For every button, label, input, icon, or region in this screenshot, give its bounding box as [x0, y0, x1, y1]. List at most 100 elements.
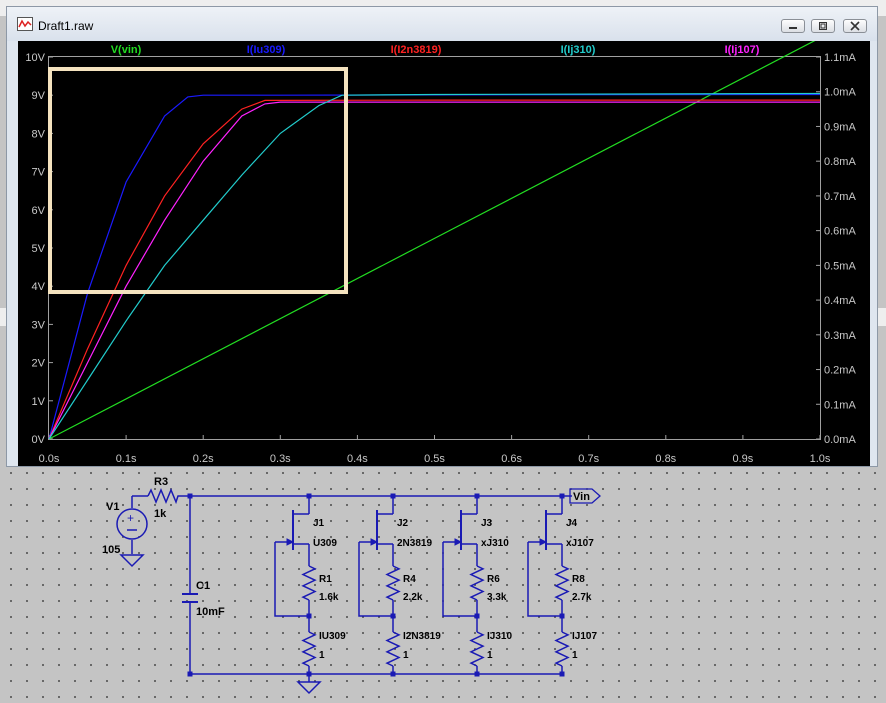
trace-i-iu309[interactable] — [48, 93, 821, 440]
junction-dot — [474, 493, 480, 499]
source-value: 105 — [102, 544, 120, 556]
right-tick-label: 0.3mA — [824, 330, 856, 342]
ground-symbol-source — [119, 554, 145, 568]
branch-j1[interactable] — [274, 496, 317, 674]
resistor-r3[interactable] — [147, 488, 190, 505]
left-tick-label: 1V — [32, 396, 46, 408]
resistor-r4[interactable] — [385, 565, 401, 601]
maximize-button[interactable] — [811, 19, 835, 33]
right-tick-label: 0.6mA — [824, 226, 856, 238]
sense-resistor-value: 1 — [319, 650, 325, 661]
resistor-value: 2.2k — [403, 592, 423, 603]
junction-dot — [187, 671, 193, 677]
branch-j3[interactable] — [442, 496, 485, 674]
junction-dot — [390, 613, 396, 619]
x-tick-label: 0.7s — [578, 453, 599, 465]
branch-j2[interactable] — [358, 496, 401, 674]
trace-v-vin[interactable] — [48, 37, 821, 440]
x-tick-label: 0.0s — [39, 453, 60, 465]
schematic-editor[interactable]: + Vin V1 105 R3 1k C1 10mF J1 U309 R1 1.6k I… — [0, 470, 886, 703]
resistor-i2n3819[interactable] — [385, 631, 401, 667]
x-tick-label: 0.3s — [270, 453, 291, 465]
legend-entry[interactable]: V(vin) — [111, 44, 142, 56]
jfet-branches: J1 U309 R1 1.6k IU309 1 J2 2N3819 R4 2.2k I2N3819 1… — [274, 496, 597, 674]
resistor-r6[interactable] — [469, 565, 485, 601]
right-tick-label: 0.0mA — [824, 434, 856, 446]
wire-gate-return[interactable] — [442, 542, 477, 617]
resistor-name: R1 — [319, 574, 332, 585]
junction-dot — [390, 671, 396, 677]
junction-dot — [474, 613, 480, 619]
wire-gate-return[interactable] — [274, 542, 309, 617]
x-tick-label: 0.6s — [501, 453, 522, 465]
resistor-ij107[interactable] — [554, 631, 570, 667]
resistor-value: 2.7k — [572, 592, 592, 603]
jfet-model: xJ310 — [481, 538, 509, 549]
sense-resistor-value: 1 — [403, 650, 409, 661]
plot-frame — [48, 56, 821, 440]
minimize-icon — [789, 27, 797, 29]
legend-entry[interactable]: I(I2n3819) — [391, 44, 442, 56]
left-tick-label: 0V — [32, 434, 46, 446]
right-tick-label: 0.4mA — [824, 295, 856, 307]
legend-entry[interactable]: I(Iu309) — [247, 44, 286, 56]
legend: V(vin) I(Iu309) I(I2n3819) I(Ij310) I(Ij107) — [111, 44, 760, 56]
trace-i-i2n3819[interactable] — [48, 99, 820, 440]
junction-dot — [390, 493, 396, 499]
left-tick-label: 2V — [32, 358, 46, 370]
junction-dot — [559, 493, 565, 499]
right-tick-label: 0.9mA — [824, 121, 856, 133]
sense-resistor-name: IJ310 — [487, 631, 512, 642]
junction-dot — [187, 493, 193, 499]
left-tick-label: 8V — [32, 128, 46, 140]
window-title: Draft1.raw — [38, 19, 94, 33]
sense-resistor-name: IJ107 — [572, 631, 597, 642]
title-bar[interactable]: Draft1.raw — [7, 7, 877, 41]
plot-pane[interactable]: V(vin) I(Iu309) I(I2n3819) I(Ij310) I(Ij107)… — [18, 37, 870, 466]
legend-entry[interactable]: I(Ij107) — [725, 44, 760, 56]
close-button[interactable] — [843, 19, 867, 33]
sense-resistor-name: I2N3819 — [403, 631, 441, 642]
left-tick-label: 9V — [32, 90, 46, 102]
resistor-name: R8 — [572, 574, 585, 585]
jfet-name: J1 — [313, 518, 325, 529]
trace-i-ij107[interactable] — [48, 101, 820, 440]
waveform-plot[interactable]: V(vin) I(Iu309) I(I2n3819) I(Ij310) I(Ij107)… — [18, 37, 870, 466]
resistor-r8[interactable] — [554, 565, 570, 601]
sense-resistor-name: IU309 — [319, 631, 346, 642]
r3-value: 1k — [154, 508, 167, 520]
resistor-name: R6 — [487, 574, 500, 585]
waveform-icon — [17, 17, 33, 31]
x-tick-label: 0.9s — [733, 453, 754, 465]
left-tick-label: 5V — [32, 243, 46, 255]
wire-gate-return[interactable] — [358, 542, 393, 617]
branch-j4[interactable] — [527, 496, 570, 674]
ground-symbol-main — [296, 681, 322, 695]
maximize-icon — [819, 22, 827, 30]
junction-dot — [559, 671, 565, 677]
traces — [48, 37, 821, 440]
x-tick-label: 1.0s — [810, 453, 831, 465]
legend-entry[interactable]: I(Ij310) — [561, 44, 596, 56]
resistor-value: 3.3k — [487, 592, 507, 603]
left-tick-label: 7V — [32, 167, 46, 179]
resistor-value: 1.6k — [319, 592, 339, 603]
resistor-ij310[interactable] — [469, 631, 485, 667]
right-tick-label: 1.1mA — [824, 52, 856, 64]
sense-resistor-value: 1 — [572, 650, 578, 661]
left-tick-label: 10V — [25, 52, 45, 64]
jfet-model: xJ107 — [566, 538, 594, 549]
minimize-button[interactable] — [781, 19, 805, 33]
sense-resistor-value: 1 — [487, 650, 493, 661]
right-axis-ticks: 0.0mA 0.1mA 0.2mA 0.3mA 0.4mA 0.5mA 0.6mA 0.7mA… — [816, 52, 856, 446]
trace-i-ij310[interactable] — [48, 92, 821, 440]
x-tick-label: 0.4s — [347, 453, 368, 465]
jfet-name: J3 — [481, 518, 493, 529]
wire-gate-return[interactable] — [527, 542, 562, 617]
resistor-r1[interactable] — [301, 565, 317, 601]
resistor-iu309[interactable] — [301, 631, 317, 667]
close-icon — [850, 21, 860, 31]
junction-dot — [474, 671, 480, 677]
c1-value: 10mF — [196, 606, 225, 618]
jfet-name: J2 — [397, 518, 409, 529]
